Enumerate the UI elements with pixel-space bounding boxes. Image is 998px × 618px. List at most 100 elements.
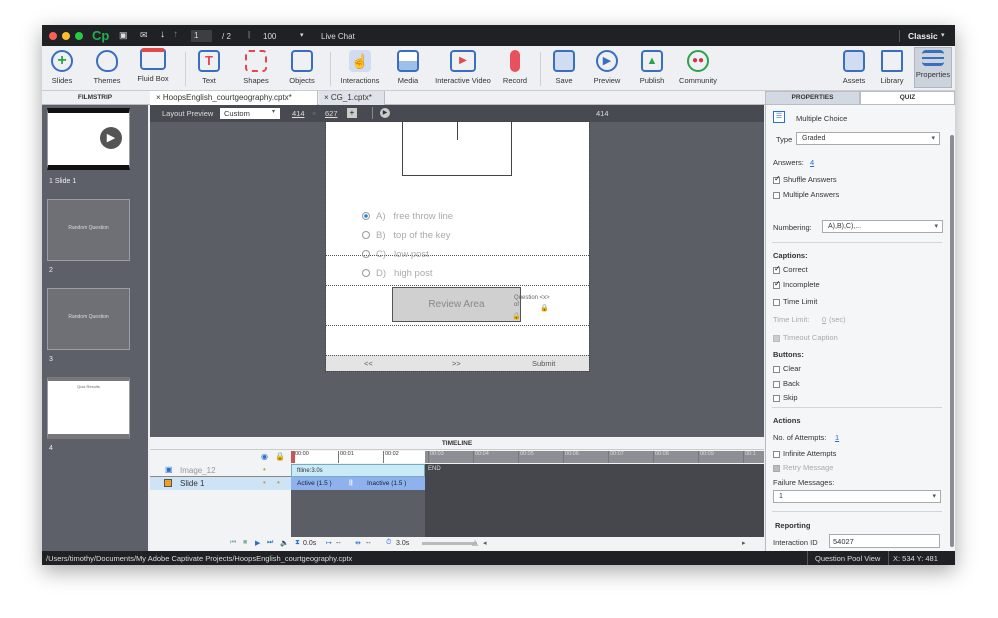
record-button[interactable]: Record bbox=[500, 48, 530, 85]
ruler-marker[interactable]: 414 bbox=[596, 109, 609, 118]
page-input[interactable]: 1 bbox=[191, 30, 212, 42]
image-icon bbox=[397, 50, 419, 72]
close-icon[interactable]: × bbox=[324, 93, 331, 102]
answers-count[interactable]: 4 bbox=[810, 158, 814, 167]
answer-option-d[interactable]: D) high post bbox=[362, 268, 433, 279]
text-button[interactable]: T Text bbox=[194, 48, 224, 85]
back-button[interactable]: << bbox=[364, 359, 373, 368]
close-icon[interactable]: × bbox=[156, 93, 163, 102]
rewind-icon[interactable]: ⏮ bbox=[230, 539, 236, 547]
back-button-checkbox[interactable]: Back bbox=[773, 379, 800, 388]
preview-button[interactable]: ▶ Preview bbox=[590, 48, 624, 85]
correct-caption-checkbox[interactable]: Correct bbox=[773, 264, 808, 274]
timeout-caption-checkbox[interactable]: Timeout Caption bbox=[773, 333, 838, 342]
interactions-button[interactable]: ☝ Interactions bbox=[338, 48, 382, 85]
retry-message-checkbox[interactable]: Retry Message bbox=[773, 463, 833, 472]
scroll-right-icon[interactable]: ▸ bbox=[742, 539, 746, 547]
shapes-button[interactable]: Shapes bbox=[240, 48, 272, 85]
layer-row-slide[interactable]: Slide 1 • • bbox=[150, 477, 291, 490]
tab-quiz[interactable]: QUIZ bbox=[860, 91, 955, 105]
title-bar: Cp ▣ ✉ ↓ ↑ 1 / 2 | 100 ▾ Live Chat Class… bbox=[42, 25, 955, 46]
add-preset-button[interactable]: + bbox=[347, 108, 357, 118]
type-select[interactable]: Graded bbox=[796, 132, 940, 145]
time-ruler[interactable]: 00:00 00:01 00:02 00:03 00:04 00:05 00:06 00:07… bbox=[291, 451, 764, 463]
device-preset-select[interactable]: Custom bbox=[220, 108, 280, 119]
fluid-box-button[interactable]: Fluid Box bbox=[135, 46, 171, 83]
publish-button[interactable]: ▲ Publish bbox=[635, 48, 669, 85]
layout-preview-label: Layout Preview bbox=[162, 109, 214, 118]
tab-properties[interactable]: PROPERTIES bbox=[765, 91, 860, 105]
layer-row-image[interactable]: ▣ Image_12 • bbox=[150, 464, 291, 477]
mail-icon[interactable]: ✉ bbox=[140, 30, 148, 41]
width-field[interactable]: 414 bbox=[292, 109, 305, 118]
audio-icon[interactable]: 🔈 bbox=[280, 539, 289, 547]
question-pool-view-button[interactable]: Question Pool View bbox=[815, 554, 880, 563]
answer-option-a[interactable]: A) free throw line bbox=[362, 211, 453, 222]
arrow-up-icon[interactable]: ↑ bbox=[173, 29, 178, 40]
next-button[interactable]: >> bbox=[452, 359, 461, 368]
tab-cg1[interactable]: × CG_1.cptx* bbox=[319, 91, 385, 105]
assets-icon bbox=[843, 50, 865, 72]
visibility-dot[interactable]: • bbox=[263, 465, 266, 474]
image-timeline-bar[interactable]: ftline:3.0s bbox=[291, 464, 425, 477]
failure-messages-select[interactable]: 1 bbox=[773, 490, 941, 503]
scroll-left-icon[interactable]: ◂ bbox=[483, 539, 487, 547]
stop-icon[interactable]: ■ bbox=[243, 539, 247, 546]
tab-hoopsenglish[interactable]: × HoopsEnglish_courtgeography.cptx* bbox=[150, 91, 318, 105]
maximize-window-button[interactable] bbox=[75, 32, 83, 40]
zoom-slider[interactable] bbox=[422, 542, 477, 545]
skip-button-checkbox[interactable]: Skip bbox=[773, 393, 798, 402]
save-button[interactable]: Save bbox=[550, 48, 578, 85]
play-icon[interactable]: ▶ bbox=[380, 108, 390, 118]
slide-timeline-bar[interactable]: Active (1.5 ) || Inactive (1.5 ) bbox=[291, 477, 425, 490]
workspace-select[interactable]: Classic bbox=[908, 31, 938, 41]
shuffle-answers-checkbox[interactable]: Shuffle Answers bbox=[773, 174, 837, 184]
slideshow-icon[interactable]: ▣ bbox=[119, 30, 128, 41]
interaction-id-field[interactable]: 54027 bbox=[829, 534, 940, 548]
infinite-attempts-checkbox[interactable]: Infinite Attempts bbox=[773, 449, 836, 458]
shapes-icon bbox=[245, 50, 267, 72]
objects-button[interactable]: Objects bbox=[286, 48, 318, 85]
interactive-video-button[interactable]: ▶ Interactive Video bbox=[432, 48, 494, 85]
zoom-select[interactable]: 100 bbox=[263, 32, 276, 41]
themes-button[interactable]: Themes bbox=[90, 48, 124, 85]
slide-thumbnail-4[interactable]: Quiz Results bbox=[47, 377, 130, 439]
court-diagram[interactable] bbox=[402, 122, 512, 176]
properties-scrollbar[interactable] bbox=[950, 135, 954, 547]
slider-handle[interactable]: △ bbox=[472, 538, 478, 547]
slides-button[interactable]: + Slides bbox=[46, 48, 78, 85]
height-field[interactable]: 627 bbox=[325, 109, 338, 118]
eye-icon[interactable]: ◉ bbox=[261, 452, 268, 461]
lock-icon[interactable]: 🔒 bbox=[275, 452, 285, 461]
slide-thumbnail-2[interactable]: Random Question bbox=[47, 199, 130, 261]
pause-icon[interactable]: || bbox=[349, 479, 353, 486]
library-button[interactable]: Library bbox=[877, 48, 907, 85]
clear-button-checkbox[interactable]: Clear bbox=[773, 364, 801, 373]
time-limit-field[interactable]: 0 bbox=[822, 315, 826, 324]
answer-option-b[interactable]: B) top of the key bbox=[362, 230, 450, 241]
multiple-answers-checkbox[interactable]: Multiple Answers bbox=[773, 190, 839, 199]
community-button[interactable]: ●● Community bbox=[676, 48, 720, 85]
media-button[interactable]: Media bbox=[392, 48, 424, 85]
arrow-down-icon[interactable]: ↓ bbox=[160, 29, 165, 40]
attempts-field[interactable]: 1 bbox=[835, 433, 839, 442]
submit-button[interactable]: Submit bbox=[532, 359, 555, 368]
next-icon[interactable]: ⏭ bbox=[267, 539, 273, 547]
play-icon[interactable]: ▶ bbox=[255, 539, 260, 547]
properties-button[interactable]: Properties bbox=[914, 47, 952, 88]
incomplete-caption-checkbox[interactable]: Incomplete bbox=[773, 279, 820, 289]
review-area[interactable]: Review Area bbox=[392, 287, 521, 322]
close-window-button[interactable] bbox=[49, 32, 57, 40]
numbering-select[interactable]: A),B),C),... bbox=[822, 220, 943, 233]
stage-area: Layout Preview Custom ▾ 414 × 627 + ▶ 41… bbox=[150, 105, 764, 437]
minimize-window-button[interactable] bbox=[62, 32, 70, 40]
answer-option-c[interactable]: C) low post bbox=[362, 249, 429, 260]
time-limit-checkbox[interactable]: Time Limit bbox=[773, 297, 817, 306]
slide-thumbnail-3[interactable]: Random Question bbox=[47, 288, 130, 350]
stage-toolbar: Layout Preview Custom ▾ 414 × 627 + ▶ 41… bbox=[150, 105, 764, 122]
live-chat-link[interactable]: Live Chat bbox=[321, 32, 355, 41]
slide-thumbnail-1[interactable]: ▶ bbox=[47, 108, 130, 170]
assets-button[interactable]: Assets bbox=[839, 48, 869, 85]
chevron-down-icon[interactable]: ▾ bbox=[300, 31, 304, 39]
status-bar: /Users/timothy/Documents/My Adobe Captiv… bbox=[42, 551, 955, 565]
